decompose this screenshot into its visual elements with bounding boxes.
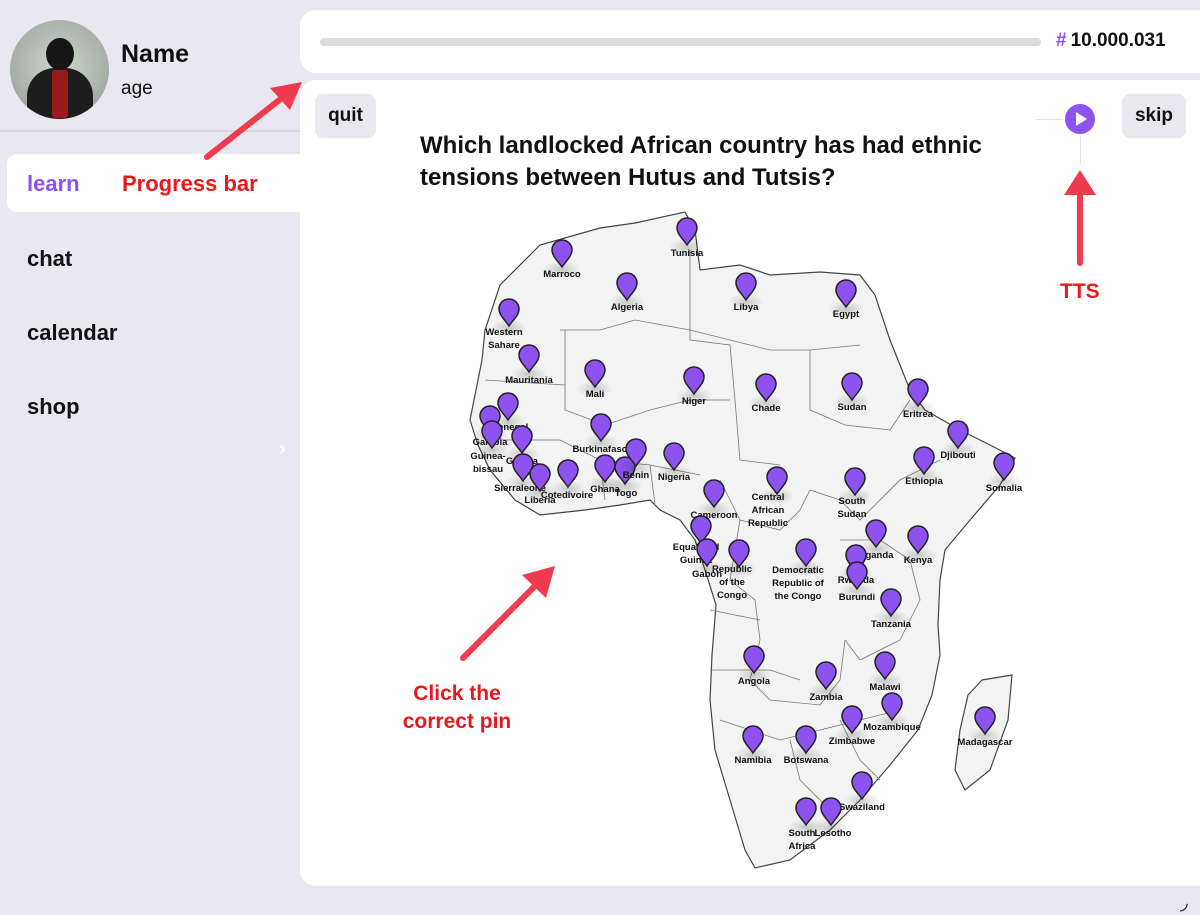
pin-label: Madagascar — [958, 737, 1013, 748]
skip-button[interactable]: skip — [1122, 94, 1186, 138]
progress-bar — [320, 38, 1041, 46]
pin-label: Malawi — [869, 682, 900, 693]
annotation-click-pin: Click the correct pin — [402, 682, 512, 733]
tts-connector — [1035, 119, 1063, 120]
pin-label: Chade — [751, 403, 780, 414]
question-text: Which landlocked African country has had… — [420, 132, 982, 191]
nav-item-learn[interactable]: learn — [27, 171, 80, 197]
pin-label: Mozambique — [863, 722, 921, 733]
pin-label: Togo — [615, 488, 638, 499]
annotation-tts: TTS — [1060, 280, 1100, 303]
pin-label: Burundi — [839, 592, 875, 603]
pin-label: Sudan — [837, 402, 866, 413]
annotation-progress-bar: Progress bar — [122, 171, 258, 196]
pin-label: Niger — [682, 396, 707, 407]
quiz-panel: Marroco Tunisia Algeria Libya Egypt Western Sa… — [300, 80, 1200, 886]
pin-label: Tunisia — [671, 248, 704, 259]
pin-label: Egypt — [833, 309, 860, 320]
avatar[interactable] — [10, 20, 109, 119]
pin-label: Mali — [586, 389, 604, 400]
pin-label: Tanzania — [871, 619, 912, 630]
pin-label: Djibouti — [940, 450, 975, 461]
pin-label: Botswana — [784, 755, 830, 766]
sidebar-divider — [0, 130, 300, 132]
pin-label: Somalia — [986, 483, 1023, 494]
pin-label: Burkinafaso — [573, 444, 628, 455]
pin-label: Cotedivoire — [541, 490, 593, 501]
chevron-right-icon[interactable]: › — [279, 438, 286, 461]
pin-label: Ethiopia — [905, 476, 943, 487]
pin-label: Eritrea — [903, 409, 934, 420]
pin-label: Democratic Republic of the Congo — [772, 565, 825, 602]
points-counter: #10.000.031 — [1056, 30, 1166, 52]
quit-button[interactable]: quit — [315, 94, 376, 138]
sidebar: Name age learn chat calendar shop › — [0, 0, 300, 912]
pin-label: Zambia — [809, 692, 843, 703]
nav-item-chat[interactable]: chat — [27, 246, 72, 272]
profile-name: Name — [121, 40, 190, 68]
pin-label: Angola — [738, 676, 771, 687]
tts-connector — [1080, 136, 1081, 164]
pin-label: Marroco — [543, 269, 581, 280]
resize-handle-icon[interactable]: ◞ — [1180, 890, 1188, 915]
profile-age: age — [121, 78, 153, 99]
pin-label: Lesotho — [815, 828, 852, 839]
pin-label: Central African Republic — [748, 492, 788, 529]
hash-icon: # — [1056, 30, 1067, 51]
pin-label: Algeria — [611, 302, 644, 313]
top-bar: #10.000.031 — [300, 10, 1200, 73]
pin-label: Kenya — [904, 555, 933, 566]
play-icon[interactable] — [1065, 104, 1095, 134]
pin-label: Swaziland — [839, 802, 885, 813]
pin-label: Nigeria — [658, 472, 691, 483]
pin-label: Zimbabwe — [829, 736, 875, 747]
pin-label: Namibia — [735, 755, 773, 766]
nav-item-shop[interactable]: shop — [27, 394, 80, 420]
pin-label: Libya — [734, 302, 760, 313]
pin-label: Benin — [623, 470, 650, 481]
nav-item-calendar[interactable]: calendar — [27, 320, 118, 346]
points-value: 10.000.031 — [1070, 30, 1166, 51]
pin-label: Mauritania — [505, 375, 553, 386]
africa-map: MarrocoTunisiaAlgeria LibyaEgyptWestern Sa… — [469, 211, 1023, 869]
